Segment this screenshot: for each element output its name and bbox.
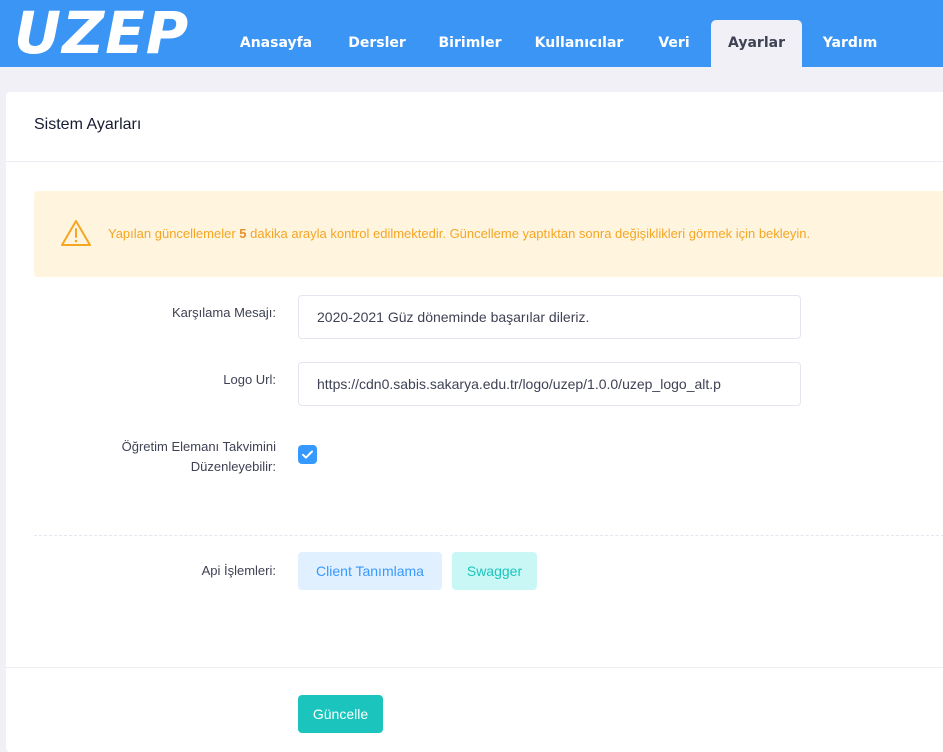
nav-veri[interactable]: Veri bbox=[646, 20, 702, 67]
client-definition-button[interactable]: Client Tanımlama bbox=[298, 552, 442, 590]
footer-divider bbox=[6, 667, 943, 668]
info-alert: Yapılan güncellemeler 5 dakika arayla ko… bbox=[34, 191, 943, 277]
warning-triangle-icon bbox=[60, 219, 92, 251]
nav-kullanicilar[interactable]: Kullanıcılar bbox=[525, 20, 633, 67]
section-divider bbox=[34, 535, 943, 536]
logo-url-label: Logo Url: bbox=[223, 372, 276, 387]
update-button[interactable]: Güncelle bbox=[298, 695, 383, 733]
calendar-permission-checkbox[interactable] bbox=[298, 445, 317, 464]
nav-birimler[interactable]: Birimler bbox=[428, 20, 512, 67]
welcome-message-input[interactable] bbox=[298, 295, 801, 339]
calendar-permission-label: Öğretim Elemanı Takvimini Düzenleyebilir: bbox=[121, 439, 276, 474]
nav-yardim[interactable]: Yardım bbox=[810, 20, 890, 67]
settings-card: Sistem Ayarları Yapılan güncellemeler 5 … bbox=[6, 92, 943, 752]
nav-anasayfa[interactable]: Anasayfa bbox=[228, 20, 324, 67]
header-divider bbox=[6, 161, 943, 162]
logo-url-input[interactable] bbox=[298, 362, 801, 406]
top-navbar: UZEP Anasayfa Dersler Birimler Kullanıcı… bbox=[0, 0, 943, 67]
swagger-button[interactable]: Swagger bbox=[452, 552, 537, 590]
welcome-message-label: Karşılama Mesajı: bbox=[171, 305, 276, 320]
uzep-logo[interactable]: UZEP bbox=[14, 2, 189, 64]
alert-message: Yapılan güncellemeler 5 dakika arayla ko… bbox=[108, 226, 811, 241]
api-operations-label: Api İşlemleri: bbox=[201, 563, 276, 578]
card-title: Sistem Ayarları bbox=[34, 116, 142, 133]
nav-ayarlar[interactable]: Ayarlar bbox=[711, 20, 802, 67]
nav-dersler[interactable]: Dersler bbox=[338, 20, 416, 67]
check-icon bbox=[302, 450, 313, 459]
